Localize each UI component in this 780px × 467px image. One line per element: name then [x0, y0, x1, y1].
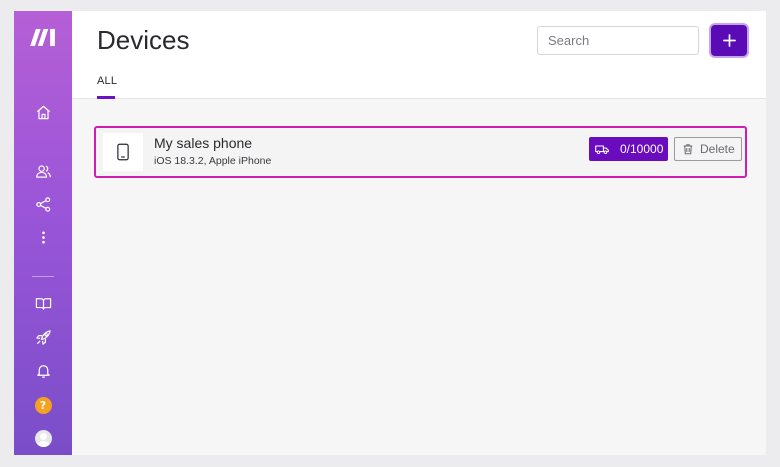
tab-all[interactable]: ALL: [97, 71, 117, 99]
quota-value: 0/10000: [620, 142, 664, 156]
book-icon[interactable]: [14, 290, 72, 316]
truck-icon: [595, 144, 609, 154]
trash-icon: [683, 144, 693, 155]
tab-active-indicator: [97, 96, 115, 99]
home-icon[interactable]: [14, 99, 72, 125]
help-badge: ?: [34, 396, 52, 414]
device-list-item[interactable]: My sales phone iOS 18.3.2, Apple iPhone …: [94, 126, 747, 178]
page-title: Devices: [97, 25, 190, 55]
users-icon[interactable]: [14, 158, 72, 184]
add-device-button[interactable]: [711, 25, 747, 56]
delete-button[interactable]: Delete: [674, 137, 742, 161]
delete-label: Delete: [700, 142, 735, 156]
device-details: iOS 18.3.2, Apple iPhone: [154, 155, 272, 167]
bell-icon[interactable]: [14, 357, 72, 383]
device-name: My sales phone: [154, 135, 253, 151]
search-input[interactable]: [537, 26, 699, 55]
make-logo-icon[interactable]: [14, 23, 72, 51]
quota-badge[interactable]: 0/10000: [589, 137, 668, 161]
help-icon[interactable]: ?: [14, 392, 72, 418]
app-window: ? Devices ALL: [14, 11, 766, 455]
rocket-icon[interactable]: [14, 324, 72, 350]
sidebar-divider: [32, 276, 54, 277]
avatar: [34, 429, 52, 447]
share-icon[interactable]: [14, 191, 72, 217]
page-header: Devices ALL: [72, 11, 766, 99]
more-vertical-icon[interactable]: [14, 224, 72, 250]
main-content: Devices ALL My sales phone iOS 18.3.2,: [72, 11, 766, 455]
tab-label: ALL: [97, 75, 118, 87]
sidebar: ?: [14, 11, 72, 455]
phone-icon: [103, 133, 143, 171]
avatar-icon[interactable]: [14, 425, 72, 451]
plus-icon: [722, 34, 736, 47]
